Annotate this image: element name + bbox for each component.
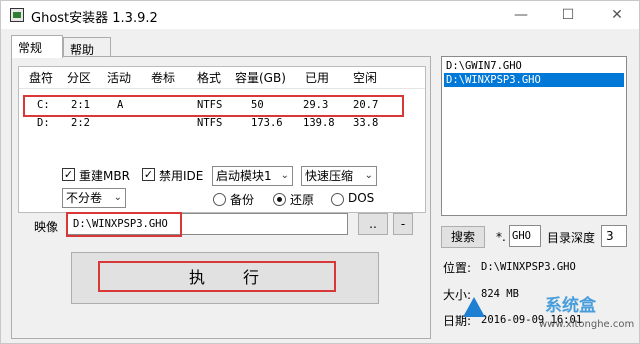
table-header: 盘符 分区 活动 卷标 格式 容量(GB) 已用 空闲 [19,67,425,89]
disable-ide-label: 禁用IDE [159,169,204,183]
tab-general[interactable]: 常规 [11,35,63,58]
boot-module-select[interactable]: 启动模块1 ⌄ [212,166,293,186]
restore-label: 还原 [290,193,315,207]
compression-select[interactable]: 快速压缩 ⌄ [301,166,377,186]
cell-partition: 2:2 [71,117,90,129]
chevron-down-icon: ⌄ [280,170,289,181]
watermark-text: 系统盒 [545,296,596,316]
cell-drive: D: [37,117,50,129]
backup-radio[interactable] [213,193,226,206]
col-label[interactable]: 卷标 [151,67,175,89]
extension-field[interactable]: GHO [509,225,541,247]
table-row[interactable]: D: 2:2 NTFS 173.6 139.8 33.8 [19,115,425,132]
highlight-frame [98,261,336,292]
watermark-url: www.xitonghe.com [539,319,635,330]
compression-value: 快速压缩 [305,169,354,183]
location-value: D:\WINXPSP3.GHO [481,261,576,273]
minimize-button[interactable]: — [503,4,539,26]
cell-used: 139.8 [303,117,335,129]
image-file-list[interactable]: D:\GWIN7.GHO D:\WINXPSP3.GHO [441,56,627,216]
split-select[interactable]: 不分卷 ⌄ [62,188,126,208]
disable-ide-checkbox[interactable]: ✓ [142,168,155,181]
list-item-selected[interactable]: D:\WINXPSP3.GHO [444,73,624,87]
depth-field[interactable]: 3 [601,225,627,247]
dos-radio[interactable] [331,193,344,206]
general-panel: 盘符 分区 活动 卷标 格式 容量(GB) 已用 空闲 C: 2:1 A NTF… [11,56,431,339]
watermark-logo-icon [463,297,485,317]
size-value: 824 MB [481,288,519,300]
cell-capacity: 173.6 [251,117,283,129]
window-title: Ghost安装器 1.3.9.2 [31,11,158,26]
browse-button[interactable]: .. [358,213,388,235]
location-label: 位置: [443,261,472,275]
remove-button[interactable]: - [393,213,413,235]
ghost-app-icon [10,8,24,22]
cell-format: NTFS [197,117,223,129]
highlight-frame [66,212,182,237]
rebuild-mbr-label: 重建MBR [79,169,130,183]
title-bar: Ghost安装器 1.3.9.2 — ☐ ✕ [1,1,639,29]
close-button[interactable]: ✕ [599,4,635,26]
col-used[interactable]: 已用 [305,67,329,89]
col-free[interactable]: 空闲 [353,67,377,89]
rebuild-mbr-checkbox[interactable]: ✓ [62,168,75,181]
app-window: Ghost安装器 1.3.9.2 — ☐ ✕ 常规 帮助 盘符 分区 活动 卷标… [0,0,640,344]
search-button[interactable]: 搜索 [441,226,485,248]
highlight-frame [23,95,404,117]
cell-free: 33.8 [353,117,379,129]
col-drive[interactable]: 盘符 [29,67,53,89]
col-partition[interactable]: 分区 [67,67,91,89]
restore-radio[interactable] [273,193,286,206]
col-capacity[interactable]: 容量(GB) [235,67,286,89]
col-format[interactable]: 格式 [197,67,221,89]
ext-prefix: *. [496,230,506,244]
split-value: 不分卷 [66,191,103,205]
dos-label: DOS [348,191,375,205]
chevron-down-icon: ⌄ [113,192,122,203]
chevron-down-icon: ⌄ [364,170,373,181]
backup-label: 备份 [230,193,255,207]
image-label: 映像 [34,220,59,234]
maximize-button[interactable]: ☐ [550,4,586,26]
boot-module-value: 启动模块1 [216,169,272,183]
list-item[interactable]: D:\GWIN7.GHO [444,59,624,73]
depth-label: 目录深度 [547,231,596,245]
tab-help[interactable]: 帮助 [63,37,111,57]
col-active[interactable]: 活动 [107,67,131,89]
